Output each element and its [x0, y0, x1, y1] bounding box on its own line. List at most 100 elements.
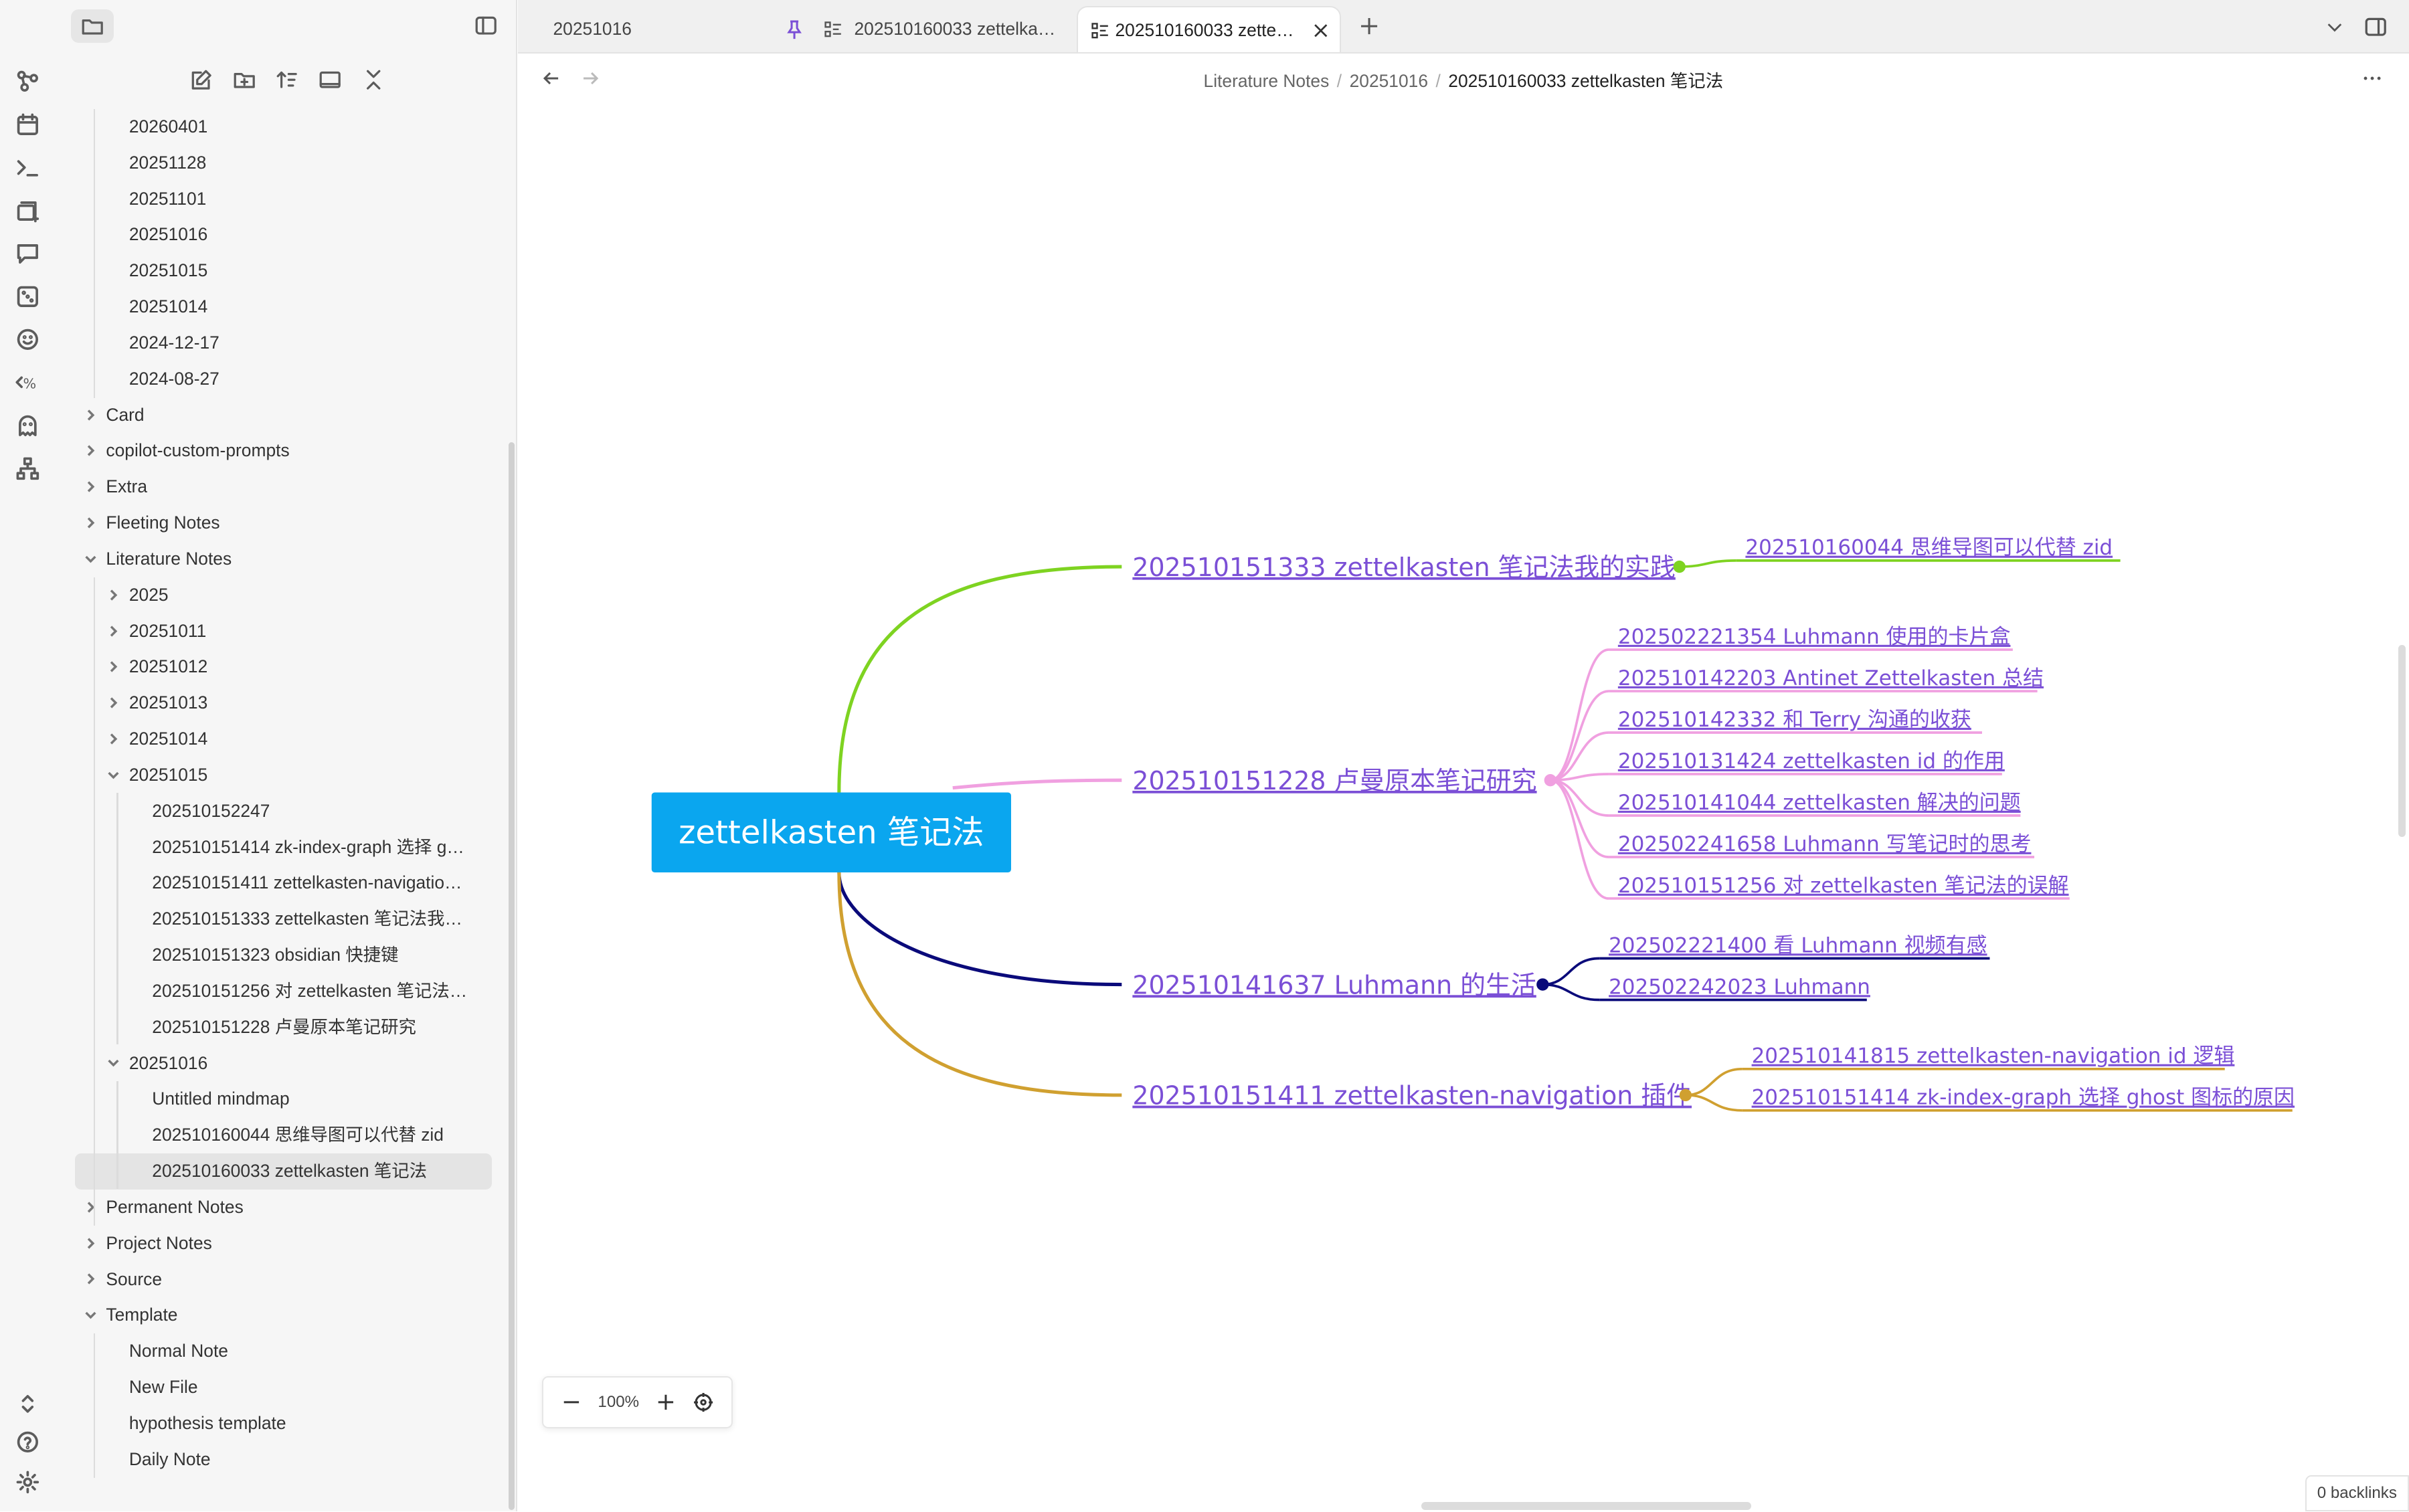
mindmap-child-node[interactable]: 202510151414 zk-index-graph 选择 ghost 图标的… — [1751, 1086, 2294, 1110]
chevron-right-icon[interactable] — [104, 649, 123, 684]
breadcrumb-current[interactable]: 202510160033 zettelkasten 笔记法 — [1448, 71, 1723, 91]
chevron-down-icon[interactable] — [2325, 17, 2345, 37]
chevron-right-icon[interactable] — [82, 1226, 100, 1261]
tree-file[interactable]: 202510151414 zk-index-graph 选择 g… — [57, 830, 510, 866]
tree-file[interactable]: 202510151228 卢曼原本笔记研究 — [57, 1010, 510, 1046]
right-sidebar-toggle-icon[interactable] — [2364, 15, 2387, 38]
tree-file[interactable]: 202510151333 zettelkasten 笔记法我… — [57, 901, 510, 937]
chevron-right-icon[interactable] — [82, 469, 100, 504]
chevron-right-icon[interactable] — [82, 433, 100, 468]
chevron-right-icon[interactable] — [104, 685, 123, 721]
templater-icon[interactable]: % — [12, 367, 43, 398]
sidebar-scrollbar[interactable] — [508, 442, 515, 1510]
mindmap-node[interactable]: 202510151228 卢曼原本笔记研究 — [1132, 766, 1536, 795]
tree-file[interactable]: 20251016 — [57, 217, 510, 253]
canvas-horizontal-scrollbar[interactable] — [1421, 1502, 1752, 1510]
smiley-icon[interactable] — [12, 324, 43, 355]
canvas-vertical-scrollbar[interactable] — [2398, 645, 2406, 838]
chevron-down-icon[interactable] — [82, 541, 100, 577]
mindmap-child-node[interactable]: 202510160044 思维导图可以代替 zid — [1745, 536, 2113, 560]
mindmap-child-node[interactable]: 202502221400 看 Luhmann 视频有感 — [1609, 933, 1987, 957]
zoom-in-icon[interactable] — [656, 1392, 676, 1412]
tree-folder[interactable]: Project Notes — [57, 1226, 510, 1262]
mindmap-child-node[interactable]: 202502242023 Luhmann — [1609, 975, 1870, 999]
tree-folder[interactable]: Extra — [57, 469, 510, 505]
sort-icon[interactable] — [275, 68, 300, 92]
tree-folder[interactable]: Permanent Notes — [57, 1190, 510, 1226]
tab-20251016[interactable]: 20251016 — [530, 6, 830, 52]
tree-file[interactable]: 20251015 — [57, 253, 510, 289]
mindmap-child-node[interactable]: 202510142332 和 Terry 沟通的收获 — [1618, 708, 1971, 732]
ghost-icon[interactable] — [12, 410, 43, 441]
backlinks-status[interactable]: 0 backlinks — [2305, 1475, 2409, 1512]
help-icon[interactable] — [12, 1427, 43, 1458]
chevron-right-icon[interactable] — [104, 577, 123, 613]
breadcrumb-item[interactable]: Literature Notes — [1204, 71, 1330, 91]
more-options-icon[interactable] — [2361, 68, 2383, 89]
settings-icon[interactable] — [12, 1467, 43, 1498]
chevron-right-icon[interactable] — [82, 397, 100, 433]
tree-folder[interactable]: Source — [57, 1262, 510, 1298]
mindmap-child-node[interactable]: 202510141044 zettelkasten 解决的问题 — [1618, 791, 2021, 815]
tree-folder[interactable]: 20251016 — [57, 1046, 510, 1082]
tree-file[interactable]: 20260401 — [57, 109, 510, 145]
tree-file[interactable]: Untitled mindmap — [57, 1081, 510, 1117]
sitemap-icon[interactable] — [12, 453, 43, 484]
files-tab[interactable] — [70, 9, 114, 43]
mindmap-child-node[interactable]: 202510142203 Antinet Zettelkasten 总结 — [1618, 666, 2044, 690]
mindmap-root[interactable]: zettelkasten 笔记法 — [651, 792, 1011, 873]
tree-folder[interactable]: copilot-custom-prompts — [57, 433, 510, 469]
mindmap-child-node[interactable]: 202510141815 zettelkasten-navigation id … — [1751, 1044, 2234, 1068]
tree-folder[interactable]: Fleeting Notes — [57, 505, 510, 541]
tree-file[interactable]: New File — [57, 1369, 510, 1406]
tree-file[interactable]: 20251101 — [57, 181, 510, 217]
tree-folder[interactable]: Template — [57, 1297, 510, 1333]
chevron-down-icon[interactable] — [82, 1297, 100, 1333]
pin-icon[interactable] — [784, 19, 805, 40]
tree-folder[interactable]: 20251015 — [57, 757, 510, 793]
mindmap-canvas[interactable]: 202510151333 zettelkasten 笔记法我的实践 2025101… — [518, 104, 2409, 1511]
tree-folder[interactable]: 20251012 — [57, 649, 510, 685]
sidebar-toggle-icon[interactable] — [474, 14, 499, 39]
tree-file[interactable]: 2024-08-27 — [57, 361, 510, 397]
vault-switch-icon[interactable] — [12, 1388, 43, 1419]
tree-folder[interactable]: 20251011 — [57, 613, 510, 650]
terminal-icon[interactable] — [12, 152, 43, 183]
tree-file[interactable]: Normal Note — [57, 1333, 510, 1369]
zoom-out-icon[interactable] — [561, 1392, 582, 1412]
tree-file[interactable]: hypothesis template — [57, 1406, 510, 1442]
mindmap-node[interactable]: 202510141637 Luhmann 的生活 — [1132, 970, 1536, 1000]
mindmap-child-node[interactable]: 202502221354 Luhmann 使用的卡片盒 — [1618, 625, 2011, 649]
calendar-icon[interactable] — [12, 109, 43, 140]
tree-folder[interactable]: Card — [57, 397, 510, 434]
tree-file[interactable]: 202510151411 zettelkasten-navigatio… — [57, 865, 510, 901]
chevron-right-icon[interactable] — [104, 613, 123, 649]
mindmap-child-node[interactable]: 202510131424 zettelkasten id 的作用 — [1618, 749, 2005, 773]
chevron-right-icon[interactable] — [82, 1262, 100, 1297]
mindmap-child-node[interactable]: 202502241658 Luhmann 写笔记时的思考 — [1618, 832, 2032, 856]
mindmap-node[interactable]: 202510151411 zettelkasten-navigation 插件 — [1132, 1081, 1692, 1111]
new-tab-icon[interactable] — [1358, 15, 1380, 37]
tree-file[interactable]: 202510151256 对 zettelkasten 笔记法… — [57, 973, 510, 1010]
graph-icon[interactable] — [12, 66, 43, 97]
close-icon[interactable] — [1312, 21, 1330, 40]
tree-file[interactable]: 20251128 — [57, 145, 510, 181]
chevron-right-icon[interactable] — [82, 1190, 100, 1225]
recenter-icon[interactable] — [693, 1392, 714, 1413]
tab-mindmap-active[interactable]: 202510160033 zette… — [1077, 6, 1342, 53]
chevron-down-icon[interactable] — [104, 1046, 123, 1081]
tree-file[interactable]: Daily Note — [57, 1442, 510, 1478]
tree-folder[interactable]: 20251013 — [57, 685, 510, 721]
new-folder-icon[interactable] — [232, 68, 257, 92]
tree-folder[interactable]: 2025 — [57, 577, 510, 613]
tree-folder[interactable]: Literature Notes — [57, 541, 510, 577]
chevron-down-icon[interactable] — [104, 757, 123, 793]
comment-icon[interactable] — [12, 238, 43, 269]
dice-icon[interactable] — [12, 281, 43, 312]
tree-file[interactable]: 202510160033 zettelkasten 笔记法 — [75, 1153, 492, 1190]
tree-file[interactable]: 202510152247 — [57, 793, 510, 830]
chevron-right-icon[interactable] — [82, 505, 100, 541]
cards-add-icon[interactable] — [12, 195, 43, 226]
tree-file[interactable]: 202510151323 obsidian 快捷键 — [57, 937, 510, 973]
collapse-all-icon[interactable] — [361, 68, 386, 92]
